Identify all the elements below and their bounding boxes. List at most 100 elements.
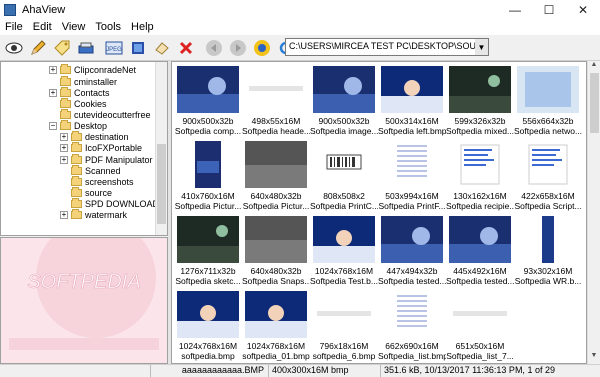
tree-item[interactable]: Scanned (71, 164, 121, 176)
menu-edit[interactable]: Edit (28, 21, 57, 33)
thumbnail-image (449, 141, 511, 188)
tree-item-label: source (85, 187, 113, 198)
thumbnail-item[interactable]: 900x500x32b Softpedia image... (310, 63, 378, 137)
edit-pencil-button[interactable] (26, 37, 49, 59)
delete-x-icon (179, 41, 192, 54)
thumbnail-item[interactable]: 93x302x16M Softpedia WR.b... (514, 213, 582, 287)
folder-icon (71, 208, 82, 219)
thumbnail-item[interactable]: 651x50x16M Softpedia_list_7... (446, 288, 514, 362)
expand-icon[interactable]: + (60, 143, 68, 152)
tag-button[interactable] (50, 37, 73, 59)
close-button[interactable]: ✕ (566, 0, 600, 19)
expand-icon[interactable]: + (49, 88, 57, 97)
menu-file[interactable]: File (0, 21, 28, 33)
grid-scroll-thumb[interactable] (590, 73, 599, 133)
tree-item[interactable]: + Contacts (49, 86, 110, 98)
eraser-icon (154, 41, 169, 55)
folder-icon (71, 130, 82, 141)
delete-button[interactable] (174, 37, 197, 59)
thumbnail-filename: Softpedia heade... (242, 126, 310, 136)
thumbnail-item[interactable]: 447x494x32b Softpedia tested... (378, 213, 446, 287)
next-button[interactable] (226, 37, 249, 59)
tree-item[interactable]: + PDF Manipulator DC (60, 153, 167, 165)
tree-item[interactable]: + ClipconradeNet (49, 63, 136, 75)
thumbnail-item[interactable]: 808x508x2 Softpedia PrintC... (310, 138, 378, 212)
prev-button[interactable] (202, 37, 225, 59)
thumbnail-item[interactable]: 422x658x16M Softpedia Script... (514, 138, 582, 212)
thumbnail-item[interactable]: 503x994x16M Softpedia PrintF... (378, 138, 446, 212)
tree-item[interactable]: + destination (60, 130, 129, 142)
thumbnail-filename: Softpedia Snaps... (242, 276, 310, 286)
thumbnail-dimensions: 796x18x16M (319, 341, 369, 351)
tree-item[interactable]: screenshots (71, 175, 134, 187)
tree-item[interactable]: Cookies (60, 97, 107, 109)
collapse-icon[interactable]: − (49, 121, 57, 130)
maximize-button[interactable]: ☐ (532, 0, 566, 19)
thumbnail-item[interactable]: 445x492x16M Softpedia tested... (446, 213, 514, 287)
thumbnail-item[interactable]: 796x18x16M softpedia_6.bmp (310, 288, 378, 362)
tree-item-label: cutevideocutterfree (74, 109, 151, 120)
thumbnail-item[interactable]: 1276x711x32b Softpedia sketc... (174, 213, 242, 287)
window-title: AhaView (22, 3, 66, 16)
thumbnail-item[interactable]: 662x690x16M Softpedia_list.bmp (378, 288, 446, 362)
tree-item[interactable]: cminstaller (60, 75, 117, 87)
folder-tree[interactable]: + ClipconradeNet cminstaller + Contacts Co… (0, 61, 168, 236)
folder-icon (60, 108, 71, 119)
thumbnail-item[interactable]: 640x480x32b Softpedia Snaps... (242, 213, 310, 287)
eraser-button[interactable] (150, 37, 173, 59)
jpeg-button[interactable]: JPEG (102, 37, 125, 59)
thumbnail-image (449, 66, 511, 113)
thumbnail-image (381, 216, 443, 263)
thumbnail-item[interactable]: 640x480x32b Softpedia Pictur... (242, 138, 310, 212)
thumbnail-image (381, 66, 443, 113)
tree-scrollbar[interactable] (155, 62, 167, 235)
thumbnail-item[interactable]: 130x162x16M Softpedia recipie... (446, 138, 514, 212)
thumbnail-item[interactable]: 410x760x16M Softpedia Pictur... (174, 138, 242, 212)
thumbnail-item[interactable]: 500x314x16M Softpedia left.bmp (378, 63, 446, 137)
menu-view[interactable]: View (57, 21, 91, 33)
minimize-button[interactable]: — (498, 0, 532, 19)
tree-item[interactable]: source (71, 186, 113, 198)
pencil-icon (30, 39, 46, 55)
thumbnail-dimensions: 1024x768x16M (314, 266, 374, 276)
thumbnail-item[interactable]: 556x664x32b Softpedia netwo... (514, 63, 582, 137)
thumbnail-image (449, 216, 511, 263)
path-combobox[interactable]: C:\USERS\MIRCEA TEST PC\DESKTOP\SOURCE ▼ (285, 38, 489, 56)
thumbnail-dimensions: 556x664x32b (522, 116, 574, 126)
expand-icon[interactable]: + (60, 155, 68, 164)
thumbnail-item[interactable]: 599x326x32b Softpedia mixed... (446, 63, 514, 137)
tree-item[interactable]: SPD DOWNLOADS (71, 197, 165, 209)
chevron-down-icon[interactable]: ▼ (475, 39, 488, 55)
thumbnail-image (245, 291, 307, 338)
thumbnail-item[interactable]: 1024x768x16M softpedia_01.bmp (242, 288, 310, 362)
menu-tools[interactable]: Tools (90, 21, 126, 33)
tree-item[interactable]: + watermark (60, 208, 127, 220)
thumbnail-image (517, 66, 579, 113)
thumbnail-dimensions: 662x690x16M (385, 341, 439, 351)
status-file-details: 351.6 kB, 10/13/2017 11:36:13 PM, 1 of 2… (380, 365, 600, 377)
tree-scroll-thumb[interactable] (157, 144, 166, 224)
menu-help[interactable]: Help (126, 21, 159, 33)
thumbnail-item[interactable]: 900x500x32b Softpedia comp... (174, 63, 242, 137)
thumbnail-dimensions: 1024x768x16M (246, 341, 306, 351)
expand-icon[interactable]: + (60, 210, 68, 219)
scroll-down-icon[interactable]: ▼ (588, 352, 600, 363)
tree-item[interactable]: − Desktop (49, 119, 107, 131)
expand-icon[interactable]: + (49, 65, 57, 74)
grid-scrollbar[interactable]: ▲ ▼ (587, 61, 600, 364)
eye-icon (5, 42, 22, 53)
thumbnail-item[interactable]: 1024x768x16M softpedia.bmp (174, 288, 242, 362)
thumbnail-image (245, 66, 307, 113)
thumbnail-item[interactable]: 498x55x16M Softpedia heade... (242, 63, 310, 137)
film-button[interactable] (126, 37, 149, 59)
scanner-button[interactable] (74, 37, 97, 59)
slideshow-button[interactable] (250, 37, 273, 59)
tree-item[interactable]: cutevideocutterfree (60, 108, 151, 120)
scroll-up-icon[interactable]: ▲ (588, 61, 600, 72)
thumbnail-dimensions: 900x500x32b (318, 116, 370, 126)
view-eye-button[interactable] (2, 37, 25, 59)
thumbnail-grid[interactable]: 900x500x32b Softpedia comp... 498x55x16M So… (171, 61, 587, 364)
expand-icon[interactable]: + (60, 132, 68, 141)
thumbnail-item[interactable]: 1024x768x16M Softpedia Test.b... (310, 213, 378, 287)
tree-item[interactable]: + IcoFXPortable (60, 141, 142, 153)
